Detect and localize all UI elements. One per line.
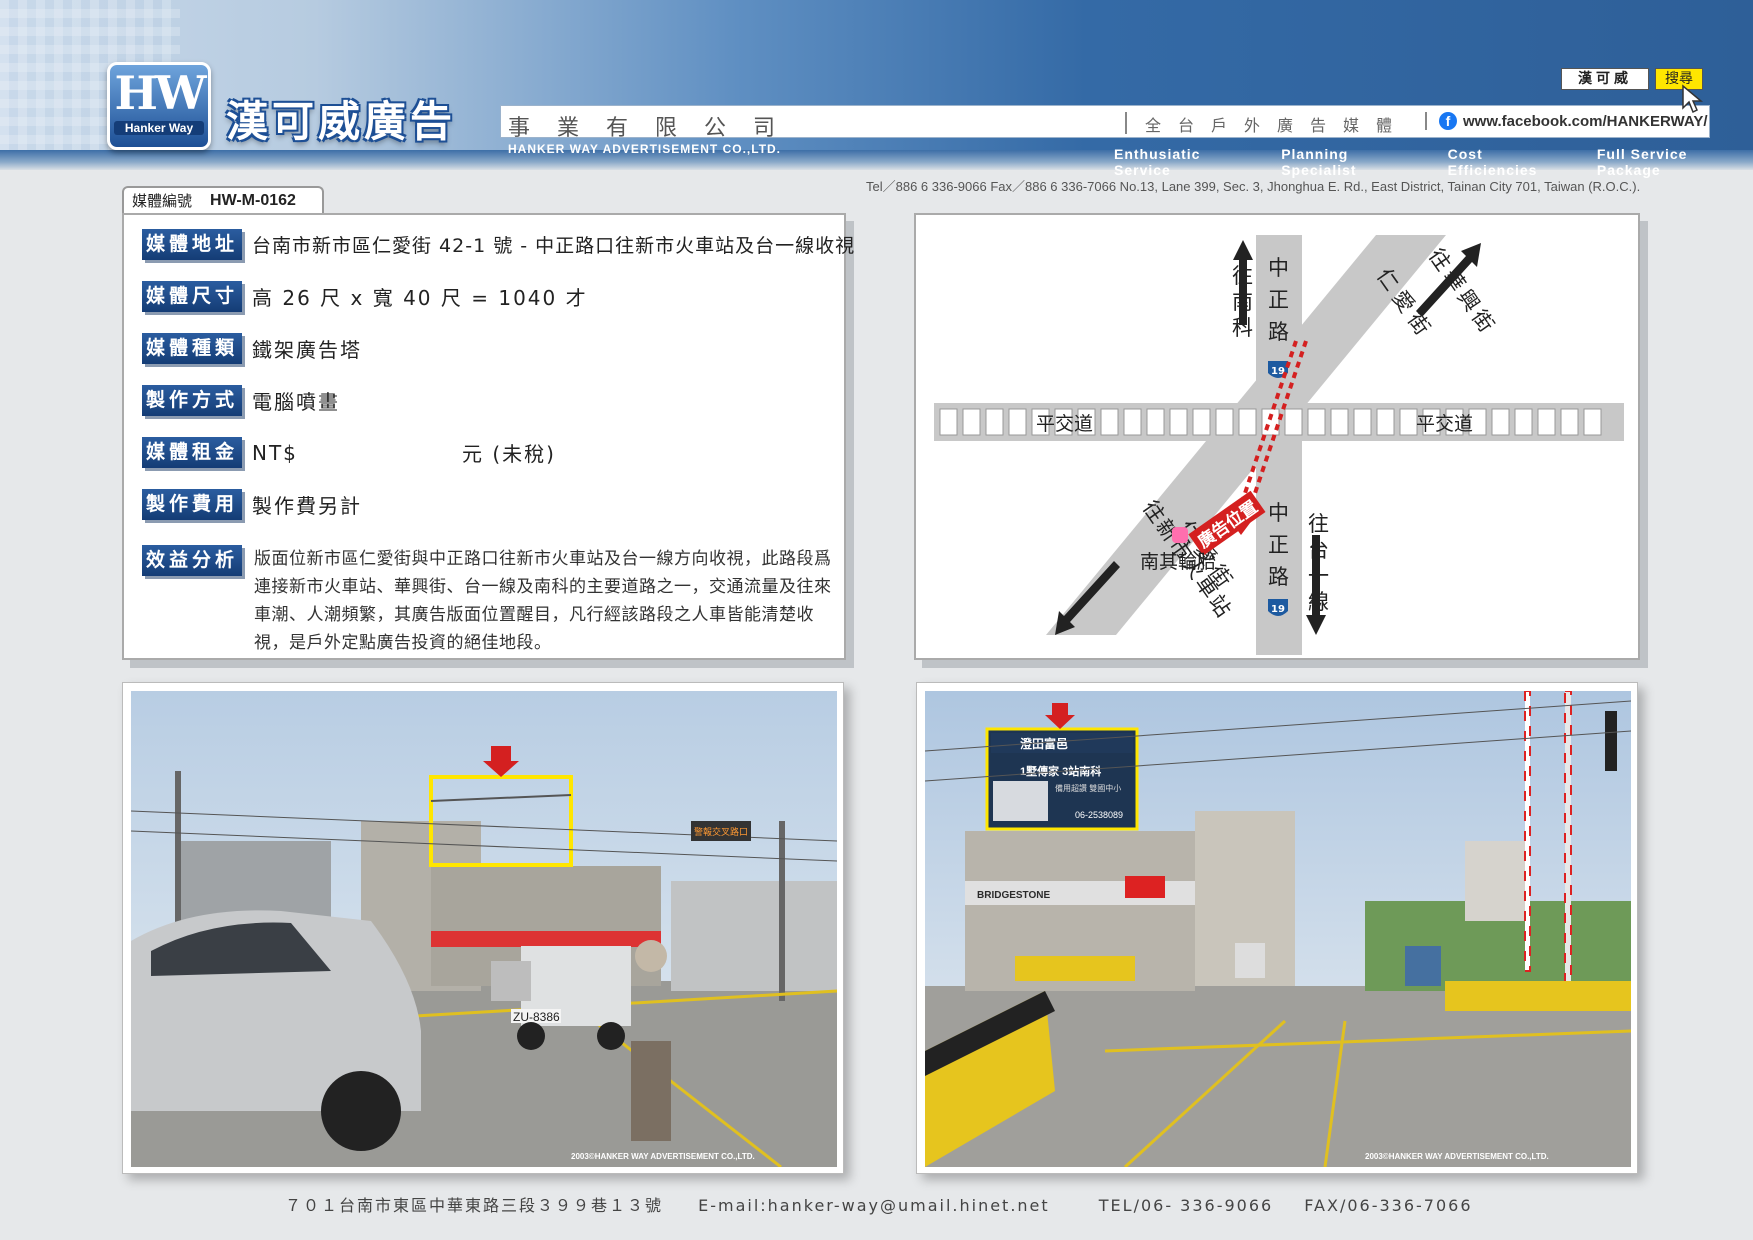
info-value: 台南市新市區仁愛街 42-1 號 - 中正路口往新市火車站及台一線收視 — [252, 235, 856, 257]
company-name-chinese: 漢可威廣告 — [226, 97, 457, 146]
slogan-item: Full Service Package — [1596, 146, 1688, 178]
slogan-item: Planning Specialist — [1281, 146, 1357, 178]
slogan-item: Cost Efficiencies — [1447, 146, 1538, 178]
logo-mark: HW — [114, 66, 206, 120]
company-logo: HW Hanker Way — [107, 62, 211, 150]
crossing-label-right: 平交道 — [1416, 413, 1473, 435]
facebook-url: www.facebook.com/HANKERWAY/ — [1463, 112, 1708, 130]
outdoor-media-tagline: 全台戶外廣告媒體 — [1125, 112, 1409, 135]
landmark-label: 南其輪胎 — [1140, 551, 1216, 573]
facebook-icon: f — [1439, 112, 1457, 130]
landmark-marker-icon — [1172, 527, 1188, 543]
info-value: 高 26 尺 x 寬 40 尺 = 1040 才 — [252, 286, 588, 310]
facebook-link[interactable]: f www.facebook.com/HANKERWAY/ — [1425, 112, 1708, 130]
zhongzheng-label-bottom-1: 中 — [1268, 501, 1289, 525]
slogan-item: Enthusiatic Service — [1114, 146, 1201, 178]
media-info-panel: 媒體地址 台南市新市區仁愛街 42-1 號 - 中正路口往新市火車站及台一線收視… — [122, 213, 854, 660]
info-value-suffix: 元 (未稅) — [462, 442, 556, 466]
billboard-subline: 備用超讚 雙國中小 — [1055, 783, 1121, 793]
billboard-phone: 06-2538089 — [1075, 810, 1123, 820]
info-label: 製作方式 — [142, 385, 242, 416]
zhongzheng-label-bottom-3: 路 — [1268, 565, 1289, 589]
info-row-production-fee: 製作費用 製作費另計 — [142, 489, 362, 520]
location-map-panel: 平交道 平交道 中 正 路 中 正 路 往 南 科 往 台 一 線 仁愛街 往華… — [914, 213, 1640, 660]
footer-email[interactable]: E-mail:hanker-way@umail.hinet.net — [698, 1196, 1050, 1215]
site-photo-left: 警報交叉路口 ZU-8386 2003©HANKER WAY ADVERTISE… — [122, 682, 844, 1174]
media-id-value: HW-M-0162 — [210, 192, 296, 209]
photo-left-scene: 警報交叉路口 ZU-8386 2003©HANKER WAY ADVERTISE… — [131, 691, 837, 1167]
zhongzheng-label-bottom-2: 正 — [1268, 533, 1289, 557]
zhongzheng-label-top-2: 正 — [1268, 288, 1289, 312]
info-value: 製作費另計 — [252, 494, 362, 518]
footer-fax: FAX/06-336-7066 — [1304, 1196, 1473, 1215]
media-id-tab: 媒體編號 HW-M-0162 — [122, 186, 324, 214]
info-row-size: 媒體尺寸 高 26 尺 x 寬 40 尺 = 1040 才 — [142, 281, 588, 312]
dir-tai1-1: 往 — [1308, 512, 1329, 536]
info-value: 鐵架廣告塔 — [252, 338, 362, 362]
photo-copyright: 2003©HANKER WAY ADVERTISEMENT CO.,LTD. — [1365, 1152, 1549, 1161]
contact-info-line: Tel／886 6 336-9066 Fax／886 6 336-7066 No… — [866, 179, 1641, 194]
route-19-shield-bottom: 19 — [1268, 599, 1288, 616]
photo-right-scene: BRIDGESTONE 澄田富邑 1墅傳家 3站南科 備用超讚 雙國中小 06-… — [925, 691, 1631, 1167]
shop-sign: BRIDGESTONE — [977, 890, 1050, 901]
info-label: 媒體尺寸 — [142, 281, 242, 312]
warning-sign-text: 警報交叉路口 — [694, 826, 748, 837]
truck-plate: ZU-8386 — [513, 1010, 560, 1024]
info-label: 媒體租金 — [142, 437, 242, 468]
info-label: 製作費用 — [142, 489, 242, 520]
site-photo-right: BRIDGESTONE 澄田富邑 1墅傳家 3站南科 備用超讚 雙國中小 06-… — [916, 682, 1638, 1174]
info-row-analysis: 效益分析 — [142, 545, 242, 576]
info-row-type: 媒體種類 鐵架廣告塔 — [142, 333, 362, 364]
analysis-text: 版面位新市區仁愛街與中正路口往新市火車站及台一線方向收視，此路段爲連接新市火車站… — [254, 549, 832, 653]
footer-contact: ７０１台南市東區中華東路三段３９９巷１３號 E-mail:hanker-way@… — [285, 1192, 1473, 1216]
info-label: 媒體地址 — [142, 229, 242, 260]
info-label: 效益分析 — [142, 545, 242, 576]
crossing-label-left: 平交道 — [1036, 413, 1093, 435]
mouse-cursor-icon — [1682, 84, 1703, 114]
info-row-address: 媒體地址 台南市新市區仁愛街 42-1 號 - 中正路口往新市火車站及台一線收視 — [142, 229, 855, 260]
location-map: 平交道 平交道 中 正 路 中 正 路 往 南 科 往 台 一 線 仁愛街 往華… — [934, 235, 1624, 655]
zhongzheng-label-top-1: 中 — [1268, 256, 1289, 280]
company-suffix: 事業有限公司 — [508, 116, 803, 141]
footer-address: ７０１台南市東區中華東路三段３９９巷１３號 — [285, 1196, 664, 1215]
company-name-english: HANKER WAY ADVERTISEMENT CO.,LTD. — [508, 142, 782, 156]
service-slogans: Enthusiatic Service Planning Specialist … — [1114, 146, 1753, 178]
svg-text:19: 19 — [1271, 604, 1285, 615]
media-id-label: 媒體編號 — [132, 192, 193, 210]
info-label: 媒體種類 — [142, 333, 242, 364]
info-row-rent: 媒體租金 NT$ 元 (未稅) — [142, 437, 556, 468]
info-value: 電腦噴畫 — [252, 390, 340, 414]
zhongzheng-label-top-3: 路 — [1268, 320, 1289, 344]
search-input[interactable]: 漢可威 — [1561, 68, 1649, 90]
info-value: NT$ — [252, 440, 298, 465]
footer-tel: TEL/06- 336-9066 — [1098, 1196, 1274, 1215]
photo-copyright: 2003©HANKER WAY ADVERTISEMENT CO.,LTD. — [571, 1152, 755, 1161]
logo-subtitle: Hanker Way — [114, 121, 204, 135]
info-row-production: 製作方式 電腦噴畫 — [142, 385, 340, 416]
